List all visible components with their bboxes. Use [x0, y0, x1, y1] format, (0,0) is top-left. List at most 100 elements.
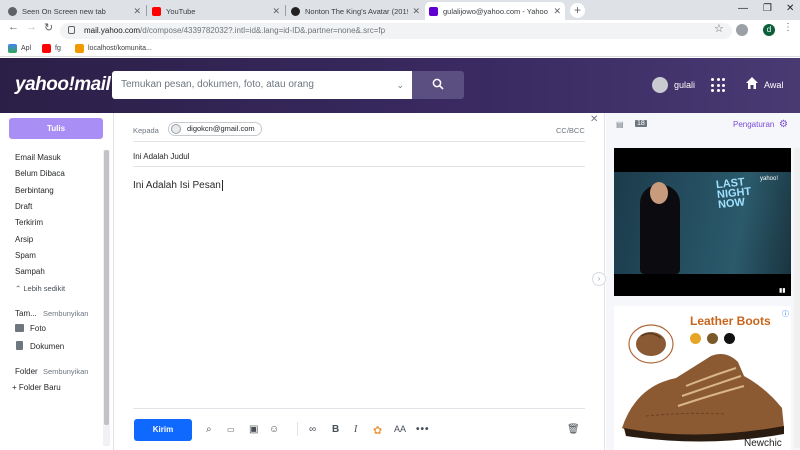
- tab-title: gulalijowo@yahoo.com - Yahoo Ma...: [443, 6, 549, 16]
- boot-image: [622, 324, 784, 442]
- minimize-icon[interactable]: —: [738, 3, 748, 14]
- tab-seen-on-screen[interactable]: Seen On Screen new tab ✕: [4, 2, 145, 20]
- folder-hide-link[interactable]: Sembunyikan: [43, 367, 88, 376]
- subject-field[interactable]: Ini Adalah Judul: [133, 152, 190, 161]
- close-icon[interactable]: ✕: [272, 6, 280, 17]
- ad-brand: Newchic: [744, 438, 782, 449]
- url-path: /d/compose/4339782032?.intl=id&.lang=id-…: [140, 26, 386, 35]
- bookmark-label: localhost/komunita...: [88, 45, 152, 52]
- message-body[interactable]: Ini Adalah Isi Pesan: [133, 180, 223, 191]
- gear-icon[interactable]: ⚙: [779, 119, 788, 130]
- bookmarks-bar: Apl fg localhost/komunita...: [0, 41, 800, 57]
- home-label[interactable]: Awal: [764, 80, 783, 90]
- chevron-down-icon[interactable]: ⌄: [396, 71, 404, 99]
- reload-icon[interactable]: ↻: [44, 21, 53, 34]
- link-icon[interactable]: ∞: [309, 424, 316, 435]
- sticker-icon[interactable]: ▣: [249, 424, 258, 435]
- caption-icon[interactable]: ▮▮: [779, 287, 786, 294]
- sidebar-item-inbox[interactable]: Email Masuk: [15, 153, 61, 162]
- sidebar-item-photos[interactable]: Foto: [30, 324, 46, 333]
- tab-divider: [146, 5, 147, 16]
- bookmark-localhost[interactable]: localhost/komunita...: [75, 44, 152, 53]
- views-hide-link[interactable]: Sembunyikan: [43, 309, 88, 318]
- sidebar-item-drafts[interactable]: Draft: [15, 202, 32, 211]
- lock-icon[interactable]: [68, 26, 75, 34]
- sidebar-item-starred[interactable]: Berbintang: [15, 186, 54, 195]
- expand-panel-button[interactable]: ›: [592, 272, 606, 286]
- attach-icon[interactable]: ⌕: [206, 424, 212, 435]
- search-icon: [432, 78, 444, 90]
- divider: [133, 166, 585, 167]
- more-options-icon[interactable]: •••: [416, 424, 430, 435]
- recipient-email: digokcn@gmail.com: [187, 124, 255, 133]
- message-text: Ini Adalah Isi Pesan: [133, 180, 221, 192]
- close-icon[interactable]: ✕: [590, 114, 598, 125]
- search-input[interactable]: Temukan pesan, dokumen, foto, atau orang…: [112, 71, 412, 99]
- bold-icon[interactable]: B: [332, 424, 339, 435]
- bookmark-fg[interactable]: fg: [42, 44, 61, 53]
- sidebar-item-spam[interactable]: Spam: [15, 251, 36, 260]
- tab-yahoo-mail[interactable]: gulalijowo@yahoo.com - Yahoo Ma... ✕: [425, 2, 565, 20]
- yahoo-mail-logo[interactable]: yahoo!mail: [15, 74, 111, 96]
- sidebar-scrollbar[interactable]: [103, 150, 110, 446]
- address-bar[interactable]: mail.yahoo.com/d/compose/4339782032?.int…: [60, 23, 732, 39]
- trash-icon[interactable]: 🗑: [567, 424, 580, 435]
- home-icon[interactable]: [745, 76, 759, 90]
- search-button[interactable]: [412, 71, 464, 99]
- sidebar-item-unread[interactable]: Belum Dibaca: [15, 169, 65, 178]
- contacts-icon[interactable]: ▤: [616, 120, 624, 129]
- back-icon[interactable]: ←: [8, 21, 19, 33]
- color-icon[interactable]: ✿: [373, 424, 382, 437]
- calendar-icon[interactable]: 18: [635, 120, 647, 127]
- show-less-label: Lebih sedikit: [23, 284, 66, 293]
- bookmark-label: fg: [55, 45, 61, 52]
- send-button[interactable]: Kirim: [134, 419, 192, 441]
- search-placeholder: Temukan pesan, dokumen, foto, atau orang: [121, 79, 314, 90]
- site-icon: [291, 6, 300, 16]
- gif-icon[interactable]: ▭: [227, 425, 235, 434]
- tab-kings-avatar[interactable]: Nonton The King's Avatar (2019) ... ✕: [287, 2, 424, 20]
- views-heading: Tam...: [15, 309, 37, 318]
- bookmark-star-icon[interactable]: ☆: [714, 22, 724, 35]
- new-tab-button[interactable]: +: [570, 3, 585, 18]
- close-icon[interactable]: ✕: [553, 6, 561, 17]
- font-size-icon[interactable]: AA: [394, 424, 406, 434]
- cc-bcc-button[interactable]: CC/BCC: [556, 126, 585, 135]
- new-folder-link[interactable]: + Folder Baru: [12, 383, 61, 392]
- sidebar-item-archive[interactable]: Arsip: [15, 235, 33, 244]
- bookmark-apps[interactable]: Apl: [8, 44, 31, 53]
- sidebar-item-sent[interactable]: Terkirim: [15, 218, 43, 227]
- sidebar: [0, 113, 112, 450]
- settings-link[interactable]: Pengaturan: [733, 120, 774, 129]
- youtube-icon: [152, 6, 161, 16]
- show-less-link[interactable]: ⌃ Lebih sedikit: [15, 284, 65, 293]
- scrollbar-thumb[interactable]: [104, 150, 109, 425]
- sidebar-item-documents[interactable]: Dokumen: [30, 342, 64, 351]
- window-close-icon[interactable]: ✕: [786, 3, 794, 14]
- apps-grid-icon[interactable]: [711, 78, 725, 92]
- compose-button[interactable]: Tulis: [9, 118, 103, 139]
- username[interactable]: gulali: [674, 80, 695, 90]
- extension-icon[interactable]: [736, 24, 748, 36]
- apps-icon: [8, 44, 17, 53]
- compose-panel: [113, 113, 605, 450]
- close-icon[interactable]: ✕: [412, 6, 420, 17]
- maximize-icon[interactable]: ❐: [763, 3, 772, 14]
- sidebar-item-trash[interactable]: Sampah: [15, 267, 45, 276]
- emoji-icon[interactable]: ☺: [269, 424, 279, 435]
- browser-tab-bar: Seen On Screen new tab ✕ YouTube ✕ Nonto…: [0, 0, 800, 20]
- video-brand: yahoo!: [760, 176, 779, 182]
- right-panel-scrollbar[interactable]: [794, 148, 800, 448]
- contact-icon: [171, 124, 181, 134]
- forward-icon[interactable]: →: [26, 21, 37, 33]
- tab-divider: [285, 5, 286, 16]
- recipient-chip[interactable]: digokcn@gmail.com: [168, 122, 262, 136]
- document-icon: [16, 341, 23, 350]
- avatar[interactable]: [652, 77, 668, 93]
- menu-kebab-icon[interactable]: ⋮: [783, 22, 793, 33]
- profile-avatar[interactable]: d: [763, 24, 775, 36]
- youtube-icon: [42, 44, 51, 53]
- close-icon[interactable]: ✕: [133, 6, 141, 17]
- italic-icon[interactable]: I: [354, 424, 357, 435]
- tab-youtube[interactable]: YouTube ✕: [148, 2, 284, 20]
